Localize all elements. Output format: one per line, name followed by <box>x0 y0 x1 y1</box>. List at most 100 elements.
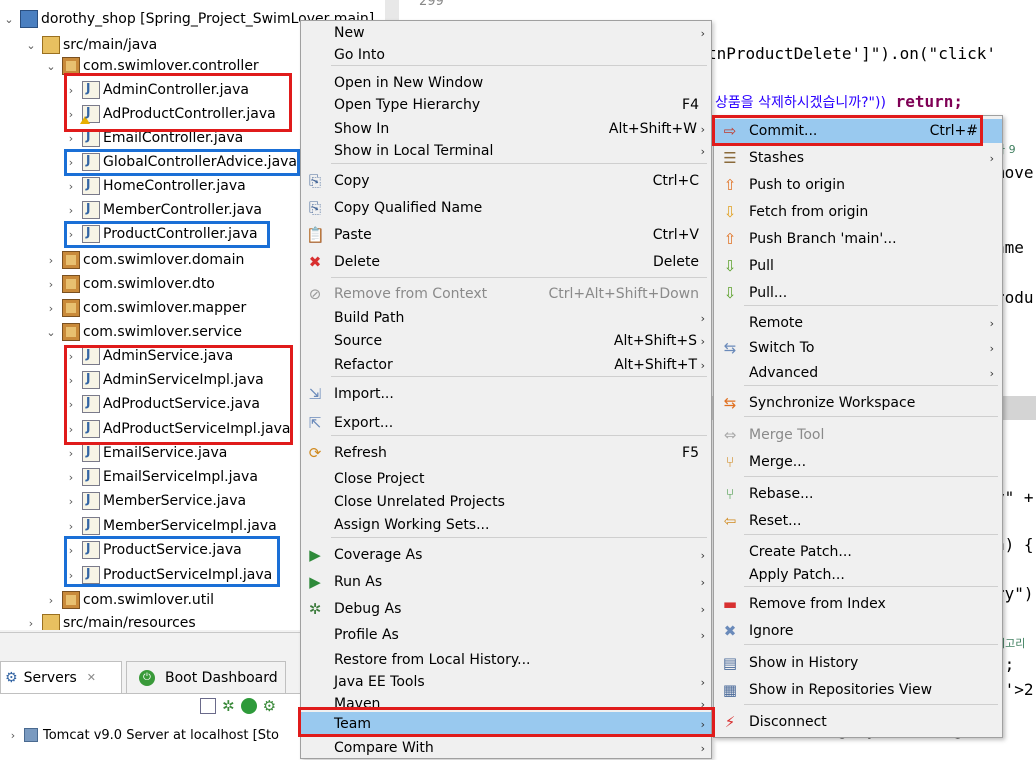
menu-item-label: Apply Patch... <box>749 567 845 583</box>
menu-item-copy-qualified-name[interactable]: ⎘ Copy Qualified Name <box>301 196 711 220</box>
tree-pkg-mapper[interactable]: › com.swimlover.mapper <box>44 297 246 319</box>
menu-item-label: Restore from Local History... <box>334 652 531 668</box>
submenu-item-advanced[interactable]: Advanced › <box>714 361 1002 385</box>
chevron-right-icon[interactable]: › <box>64 495 78 508</box>
export-icon: ⇱ <box>308 414 322 432</box>
menu-item-open-type-hierarchy[interactable]: Open Type Hierarchy F4 <box>301 93 711 117</box>
tree-pkg-dto[interactable]: › com.swimlover.dto <box>44 273 215 295</box>
chevron-right-icon[interactable]: › <box>64 132 78 145</box>
chevron-right-icon[interactable]: › <box>64 447 78 460</box>
copy-qualified-icon: ⎘ <box>308 199 321 217</box>
coverage-icon: ▶ <box>309 546 321 564</box>
chevron-right-icon[interactable]: › <box>44 278 58 291</box>
chevron-right-icon[interactable]: › <box>64 180 78 193</box>
chevron-right-icon[interactable]: › <box>44 254 58 267</box>
submenu-item-fetch-from-origin[interactable]: ⇩ Fetch from origin <box>714 200 1002 224</box>
server-item[interactable]: › Tomcat v9.0 Server at localhost [Sto <box>6 724 279 746</box>
menu-item-restore-from-local-history[interactable]: Restore from Local History... <box>301 648 711 672</box>
submenu-item-ignore[interactable]: ✖ Ignore <box>714 619 1002 643</box>
collapse-all-icon[interactable] <box>200 698 216 714</box>
tab-boot-dashboard[interactable]: ⏻ Boot Dashboard <box>126 661 286 693</box>
menu-item-close-project[interactable]: Close Project <box>301 467 711 491</box>
submenu-item-reset[interactable]: ⇦ Reset... <box>714 509 1002 533</box>
submenu-item-switch-to[interactable]: ⇆ Switch To › <box>714 336 1002 360</box>
tree-file-item[interactable]: › MemberService.java <box>64 490 246 512</box>
submenu-item-create-patch[interactable]: Create Patch... <box>714 540 1002 564</box>
menu-item-open-in-new-window[interactable]: Open in New Window <box>301 71 711 95</box>
chevron-down-icon[interactable]: ⌄ <box>44 60 58 73</box>
submenu-item-show-in-repositories-view[interactable]: ▦ Show in Repositories View <box>714 678 1002 702</box>
submenu-item-push-to-origin[interactable]: ⇧ Push to origin <box>714 173 1002 197</box>
menu-item-profile-as[interactable]: Profile As › <box>301 623 711 647</box>
debug-server-icon[interactable]: ✲ <box>222 698 235 714</box>
tree-pkg-util[interactable]: › com.swimlover.util <box>44 589 214 611</box>
menu-item-copy[interactable]: ⎘ Copy Ctrl+C <box>301 169 711 193</box>
submenu-item-pull[interactable]: ⇩ Pull... <box>714 281 1002 305</box>
chevron-right-icon[interactable]: › <box>44 594 58 607</box>
chevron-down-icon[interactable]: ⌄ <box>44 326 58 339</box>
submenu-item-pull[interactable]: ⇩ Pull <box>714 254 1002 278</box>
submenu-item-stashes[interactable]: ☰ Stashes › <box>714 146 1002 170</box>
chevron-down-icon[interactable]: ⌄ <box>2 13 16 26</box>
submenu-item-merge-tool[interactable]: ⇔ Merge Tool <box>714 423 1002 447</box>
menu-item-coverage-as[interactable]: ▶ Coverage As › <box>301 543 711 567</box>
chevron-right-icon[interactable]: › <box>64 520 78 533</box>
menu-item-source[interactable]: Source Alt+Shift+S › <box>301 329 711 353</box>
chevron-down-icon[interactable]: ⌄ <box>24 39 38 52</box>
menu-item-label: Push to origin <box>749 177 846 193</box>
menu-item-shortcut: Alt+Shift+W <box>608 121 697 137</box>
chevron-right-icon[interactable]: › <box>64 204 78 217</box>
menu-item-import[interactable]: ⇲ Import... <box>301 382 711 406</box>
tree-pkg-service[interactable]: ⌄ com.swimlover.service <box>44 321 242 343</box>
tab-servers[interactable]: ⚙ Servers ✕ <box>0 661 122 693</box>
chevron-right-icon[interactable]: › <box>24 617 38 630</box>
submenu-item-merge[interactable]: ⑂ Merge... <box>714 450 1002 474</box>
tree-file-item[interactable]: › EmailServiceImpl.java <box>64 466 258 488</box>
start-server-icon[interactable] <box>240 698 257 714</box>
submenu-item-push-branch-main[interactable]: ⇧ Push Branch 'main'... <box>714 227 1002 251</box>
menu-item-show-in-local-terminal[interactable]: Show in Local Terminal › <box>301 139 711 163</box>
menu-item-compare-with[interactable]: Compare With › <box>301 736 711 760</box>
submenu-item-synchronize-workspace[interactable]: ⇆ Synchronize Workspace <box>714 391 1002 415</box>
tree-src-main-java[interactable]: ⌄ src/main/java <box>24 34 157 56</box>
menu-item-java-ee-tools[interactable]: Java EE Tools › <box>301 670 711 694</box>
chevron-right-icon[interactable]: › <box>44 302 58 315</box>
chevron-right-icon[interactable]: › <box>6 729 20 742</box>
menu-item-delete[interactable]: ✖ Delete Delete <box>301 250 711 274</box>
tree-file-item[interactable]: › MemberServiceImpl.java <box>64 515 277 537</box>
profile-server-icon[interactable]: ⚙ <box>263 698 276 714</box>
menu-item-go-into[interactable]: Go Into <box>301 43 711 67</box>
tree-file-item[interactable]: › EmailService.java <box>64 442 227 464</box>
submenu-item-remote[interactable]: Remote › <box>714 311 1002 335</box>
menu-item-close-unrelated-projects[interactable]: Close Unrelated Projects <box>301 490 711 514</box>
menu-item-export[interactable]: ⇱ Export... <box>301 411 711 435</box>
menu-item-refresh[interactable]: ⟳ Refresh F5 <box>301 441 711 465</box>
tree-src-main-resources[interactable]: › src/main/resources <box>24 612 196 630</box>
tree-pkg-domain[interactable]: › com.swimlover.domain <box>44 249 244 271</box>
chevron-right-icon[interactable]: › <box>64 471 78 484</box>
team-submenu[interactable]: ⇨ Commit... Ctrl+# ☰ Stashes › ⇧ Push to origin… <box>713 115 1003 738</box>
submenu-item-rebase[interactable]: ⑂ Rebase... <box>714 482 1002 506</box>
menu-item-label: Assign Working Sets... <box>334 517 490 533</box>
close-icon[interactable]: ✕ <box>87 671 96 684</box>
tree-file-item[interactable]: › MemberController.java <box>64 199 262 221</box>
chevron-right-icon: › <box>700 628 705 642</box>
chevron-right-icon: › <box>700 602 705 616</box>
context-menu[interactable]: New › Go Into Open in New Window Open Type H… <box>300 20 712 759</box>
java-file-icon <box>82 201 100 219</box>
submenu-item-apply-patch[interactable]: Apply Patch... <box>714 563 1002 587</box>
menu-item-run-as[interactable]: ▶ Run As › <box>301 570 711 594</box>
tree-file-item[interactable]: › HomeController.java <box>64 175 246 197</box>
menu-item-build-path[interactable]: Build Path › <box>301 306 711 330</box>
menu-item-paste[interactable]: 📋 Paste Ctrl+V <box>301 223 711 247</box>
submenu-item-remove-from-index[interactable]: ▬ Remove from Index <box>714 592 1002 616</box>
menu-item-refactor[interactable]: Refactor Alt+Shift+T › <box>301 353 711 377</box>
submenu-item-show-in-history[interactable]: ▤ Show in History <box>714 651 1002 675</box>
menu-item-new[interactable]: New › <box>301 21 711 45</box>
menu-item-debug-as[interactable]: ✲ Debug As › <box>301 597 711 621</box>
menu-item-shortcut: Delete <box>653 254 699 270</box>
submenu-item-disconnect[interactable]: ⚡ Disconnect <box>714 710 1002 734</box>
menu-item-assign-working-sets[interactable]: Assign Working Sets... <box>301 513 711 537</box>
menu-item-remove-from-context[interactable]: ⊘ Remove from Context Ctrl+Alt+Shift+Down <box>301 282 711 306</box>
menu-item-show-in[interactable]: Show In Alt+Shift+W › <box>301 117 711 141</box>
